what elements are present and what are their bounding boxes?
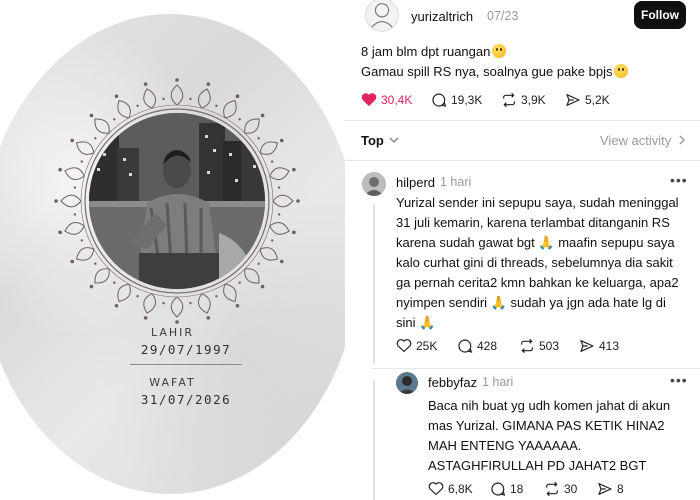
repost-button[interactable]: 503 — [519, 338, 559, 354]
smile-emoji-icon — [492, 44, 507, 58]
born-label: LAHIR — [150, 326, 195, 339]
comment-button[interactable]: 428 — [457, 338, 497, 354]
op-avatar[interactable] — [365, 0, 399, 32]
reply-time: 1 hari — [440, 175, 472, 189]
memorial-image: LAHIR 29/07/1997 WAFAT 31/07/2026 — [0, 0, 345, 500]
reply-avatar[interactable] — [396, 372, 418, 394]
repost-icon — [546, 481, 558, 497]
comment-button[interactable]: 19,3K — [431, 92, 482, 108]
like-button[interactable]: 25K — [396, 338, 437, 353]
heart-icon — [396, 339, 412, 353]
comment-icon — [458, 339, 473, 353]
comment-count: 428 — [477, 339, 498, 353]
comment-icon — [491, 482, 506, 496]
repost-icon — [503, 92, 515, 108]
send-icon — [566, 94, 580, 106]
post-text-line-2: Gamau spill RS nya, soalnya gue pake bpj… — [361, 64, 629, 79]
praying-hands-icon: 🙏 — [490, 295, 507, 310]
send-icon — [580, 340, 594, 352]
repost-button[interactable]: 30 — [544, 481, 577, 497]
thread-connector — [373, 204, 375, 364]
more-options-icon[interactable]: ••• — [670, 172, 688, 188]
like-button[interactable]: 30,4K — [361, 92, 412, 107]
like-count: 25K — [416, 338, 438, 353]
thread-connector — [373, 380, 375, 500]
repost-button[interactable]: 3,9K — [501, 92, 546, 108]
repost-count: 503 — [539, 339, 560, 353]
share-button[interactable]: 8 — [597, 481, 624, 497]
comment-count: 18 — [510, 482, 524, 496]
post-text-line-1: 8 jam blm dpt ruangan — [361, 44, 507, 59]
more-options-icon[interactable]: ••• — [670, 372, 688, 388]
chevron-down-icon — [389, 137, 400, 144]
op-time: 07/23 — [487, 9, 519, 23]
heart-filled-icon — [361, 93, 377, 107]
date-divider — [130, 364, 242, 365]
reply-username[interactable]: hilperd — [396, 175, 435, 190]
comment-button[interactable]: 18 — [490, 481, 523, 497]
died-date: 31/07/2026 — [140, 392, 232, 407]
portrait-photo — [89, 113, 265, 289]
repost-count: 3,9K — [521, 93, 546, 107]
chevron-right-icon — [679, 135, 685, 145]
divider — [345, 120, 700, 121]
thread-panel: yurizaltrich 07/23 Follow 8 jam blm dpt … — [345, 0, 700, 500]
comment-icon — [432, 93, 447, 107]
sad-emoji-icon — [614, 64, 629, 78]
heart-icon — [428, 482, 444, 496]
sort-dropdown[interactable]: Top — [361, 133, 400, 148]
repost-count: 30 — [564, 482, 578, 496]
view-activity-link[interactable]: View activity — [600, 133, 686, 148]
share-button[interactable]: 5,2K — [565, 92, 610, 108]
reply-avatar[interactable] — [362, 172, 386, 196]
divider — [372, 368, 700, 369]
follow-button[interactable]: Follow — [634, 1, 686, 29]
praying-hands-icon: 🙏 — [538, 235, 555, 250]
reply-time: 1 hari — [482, 375, 514, 389]
share-count: 8 — [617, 482, 624, 496]
reply-text: Yurizal sender ini sepupu saya, sudah me… — [396, 195, 679, 330]
op-username[interactable]: yurizaltrich — [411, 9, 473, 24]
like-count: 30,4K — [381, 92, 413, 107]
repost-icon — [521, 338, 533, 354]
like-count: 6,8K — [448, 481, 473, 496]
share-button[interactable]: 413 — [579, 338, 619, 354]
share-count: 5,2K — [585, 93, 610, 107]
comment-count: 19,3K — [451, 93, 483, 107]
reply-text: Baca nih buat yg udh komen jahat di akun… — [428, 398, 671, 473]
born-date: 29/07/1997 — [140, 342, 232, 357]
like-button[interactable]: 6,8K — [428, 481, 473, 496]
praying-hands-icon: 🙏 — [419, 315, 436, 330]
died-label: WAFAT — [149, 376, 196, 389]
send-icon — [598, 483, 612, 495]
divider — [345, 160, 700, 161]
share-count: 413 — [599, 339, 620, 353]
reply-username[interactable]: febbyfaz — [428, 375, 477, 390]
